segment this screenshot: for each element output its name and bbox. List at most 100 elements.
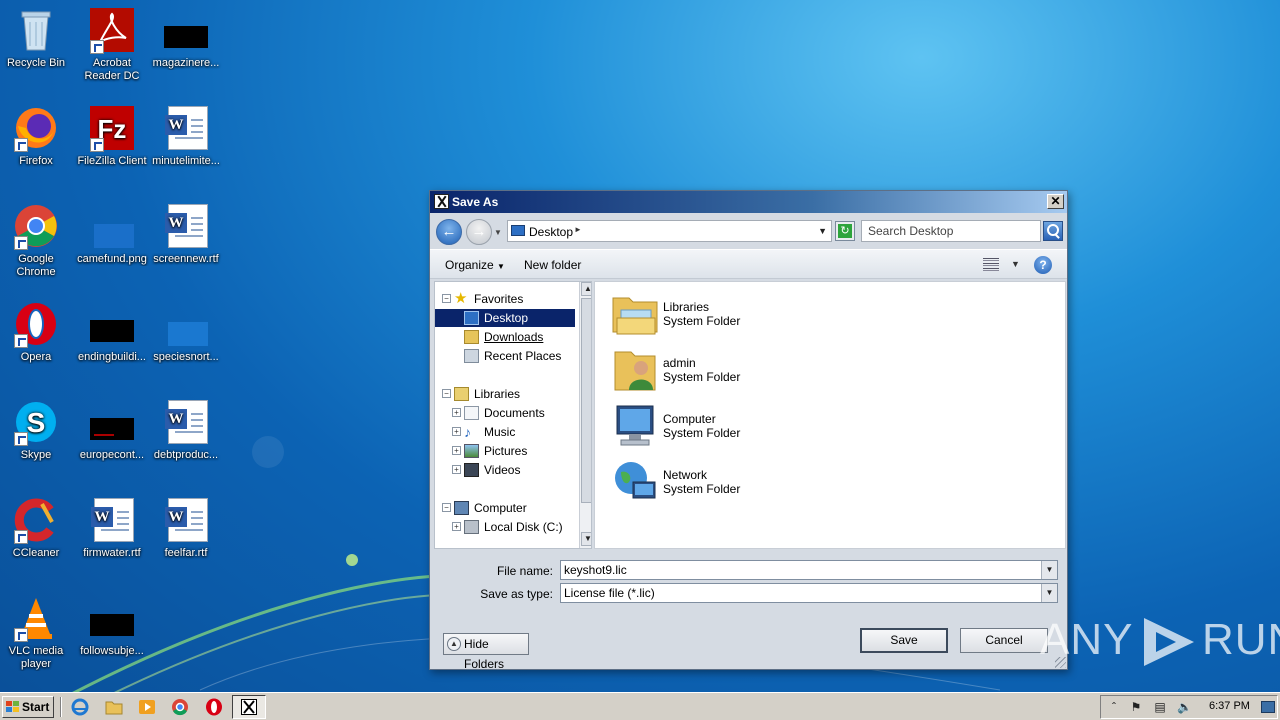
tree-item-pictures[interactable]: + Pictures xyxy=(435,442,577,460)
new-folder-button[interactable]: New folder xyxy=(524,258,581,272)
volume-icon[interactable]: 🔈 xyxy=(1177,700,1192,714)
desktop-icon-file[interactable]: speciesnort... xyxy=(148,300,224,364)
history-dropdown-icon[interactable]: ▼ xyxy=(494,228,502,237)
desktop-icon-file[interactable]: europecont... xyxy=(74,398,150,462)
address-bar[interactable]: Desktop ► ▼ xyxy=(507,220,832,242)
desktop-icon-opera[interactable]: Opera xyxy=(0,300,74,364)
desktop-icon-acrobat[interactable]: Acrobat Reader DC xyxy=(74,6,150,83)
help-icon[interactable]: ? xyxy=(1034,256,1052,274)
file-list[interactable]: Libraries System Folder admin System Fol… xyxy=(594,281,1066,549)
desktop-icon-file[interactable]: W feelfar.rtf xyxy=(148,496,224,560)
dialog-titlebar[interactable]: Save As ✕ xyxy=(430,191,1067,213)
collapse-icon[interactable]: − xyxy=(442,389,451,398)
view-options-icon[interactable] xyxy=(983,258,999,272)
tree-item-desktop[interactable]: Desktop xyxy=(435,309,575,327)
start-button[interactable]: Start xyxy=(2,696,54,718)
file-name-field[interactable]: keyshot9.lic ▼ xyxy=(560,560,1058,580)
cancel-button[interactable]: Cancel xyxy=(960,628,1048,653)
organize-button[interactable]: Organize ▼ xyxy=(445,258,505,272)
collapse-icon[interactable]: − xyxy=(442,503,451,512)
desktop-icon-file[interactable]: W debtproduc... xyxy=(148,398,224,462)
expand-icon[interactable]: + xyxy=(452,446,461,455)
desktop-icon-file[interactable]: W screennew.rtf xyxy=(148,202,224,266)
media-player-icon[interactable] xyxy=(137,697,157,717)
navigation-pane[interactable]: − ★ Favorites Desktop Downloads Recent P… xyxy=(434,281,592,549)
scroll-down-icon[interactable]: ▼ xyxy=(581,532,591,546)
desktop-icon-vlc[interactable]: VLC media player xyxy=(0,594,74,671)
desktop-icon-file[interactable]: magazinere... xyxy=(148,6,224,70)
desktop-icon-label: Recycle Bin xyxy=(6,57,66,69)
desktop-icon-recycle-bin[interactable]: Recycle Bin xyxy=(0,6,74,70)
search-icon[interactable] xyxy=(1043,221,1063,241)
forward-button[interactable]: → xyxy=(466,219,492,245)
shortcut-arrow-icon xyxy=(14,628,28,642)
hide-folders-label: Hide Folders xyxy=(464,637,505,671)
tree-item-local-disk[interactable]: + Local Disk (C:) xyxy=(435,518,577,536)
collapse-icon[interactable]: − xyxy=(442,294,451,303)
opera-icon[interactable] xyxy=(204,697,224,717)
desktop-icon-chrome[interactable]: Google Chrome xyxy=(0,202,74,279)
desktop-icon-filezilla[interactable]: Fz FileZilla Client xyxy=(74,104,150,168)
breadcrumb-arrow-icon[interactable]: ► xyxy=(574,225,582,234)
chevron-down-icon[interactable]: ▼ xyxy=(1041,561,1057,579)
desktop-icon-file[interactable]: followsubje... xyxy=(74,594,150,658)
desktop-icon-file[interactable]: camefund.png xyxy=(74,202,150,266)
network-status-icon[interactable]: ▤ xyxy=(1153,700,1167,714)
word-document-icon: W xyxy=(88,496,136,544)
desktop-icon-ccleaner[interactable]: CCleaner xyxy=(0,496,74,560)
scroll-up-icon[interactable]: ▲ xyxy=(581,282,591,296)
list-item[interactable]: Libraries System Folder xyxy=(611,290,861,340)
tree-label: Music xyxy=(484,425,516,439)
save-as-dialog[interactable]: Save As ✕ ← → ▼ Desktop ► ▼ ↻ Search Des… xyxy=(429,190,1068,671)
nav-scrollbar[interactable]: ▲ ▼ xyxy=(579,282,591,548)
taskbar-app-save-dialog[interactable] xyxy=(232,695,266,719)
list-item[interactable]: admin System Folder xyxy=(611,346,861,396)
explorer-folder-icon[interactable] xyxy=(104,697,124,717)
chevron-down-icon[interactable]: ▼ xyxy=(1041,584,1057,602)
show-hidden-icons-icon[interactable]: ˆ xyxy=(1107,700,1121,714)
tree-item-downloads[interactable]: Downloads xyxy=(435,328,577,346)
desktop-icon-label: minutelimite... xyxy=(152,155,220,167)
expand-icon[interactable]: + xyxy=(452,465,461,474)
desktop-icon-file[interactable]: endingbuildi... xyxy=(74,300,150,364)
tree-item-videos[interactable]: + Videos xyxy=(435,461,577,479)
desktop-icon-label: Opera xyxy=(20,351,52,363)
file-name-label: File name: xyxy=(496,564,553,578)
expand-icon[interactable]: + xyxy=(452,408,461,417)
show-desktop-icon[interactable] xyxy=(1261,701,1275,713)
word-document-icon: W xyxy=(162,104,210,152)
save-button[interactable]: Save xyxy=(860,628,948,653)
tree-item-libraries[interactable]: − Libraries xyxy=(435,385,577,403)
close-button[interactable]: ✕ xyxy=(1047,194,1064,209)
desktop-icon-file[interactable]: W minutelimite... xyxy=(148,104,224,168)
desktop-icon-label: Firefox xyxy=(19,155,53,167)
action-center-flag-icon[interactable]: ⚑ xyxy=(1129,700,1143,714)
expand-icon[interactable]: + xyxy=(452,522,461,531)
desktop-icon-firefox[interactable]: Firefox xyxy=(0,104,74,168)
tree-item-music[interactable]: + ♪ Music xyxy=(435,423,577,441)
documents-icon xyxy=(464,406,479,420)
internet-explorer-icon[interactable] xyxy=(70,697,90,717)
scroll-thumb[interactable] xyxy=(581,298,591,503)
desktop-icon-skype[interactable]: S Skype xyxy=(0,398,74,462)
view-dropdown-icon[interactable]: ▼ xyxy=(1011,259,1020,269)
desktop-icon-file[interactable]: W firmwater.rtf xyxy=(74,496,150,560)
system-tray: ˆ ⚑ ▤ 🔈 6:37 PM xyxy=(1100,695,1278,719)
address-dropdown-icon[interactable]: ▼ xyxy=(818,226,827,236)
hide-folders-button[interactable]: ▲ Hide Folders xyxy=(443,633,529,671)
search-input[interactable]: Search Desktop xyxy=(861,220,1041,242)
save-type-select[interactable]: License file (*.lic) ▼ xyxy=(560,583,1058,603)
back-button[interactable]: ← xyxy=(436,219,462,245)
redacted-file-icon xyxy=(162,6,210,54)
tree-item-computer[interactable]: − Computer xyxy=(435,499,577,517)
refresh-button[interactable]: ↻ xyxy=(835,221,855,241)
expand-icon[interactable]: + xyxy=(452,427,461,436)
list-item[interactable]: Computer System Folder xyxy=(611,402,861,452)
list-item[interactable]: Network System Folder xyxy=(611,458,861,508)
tree-item-recent-places[interactable]: Recent Places xyxy=(435,347,577,365)
chrome-icon[interactable] xyxy=(170,697,190,717)
tree-item-documents[interactable]: + Documents xyxy=(435,404,577,422)
desktop-icon-label: europecont... xyxy=(79,449,145,461)
clock[interactable]: 6:37 PM xyxy=(1209,700,1250,712)
tree-item-favorites[interactable]: − ★ Favorites xyxy=(435,290,577,308)
